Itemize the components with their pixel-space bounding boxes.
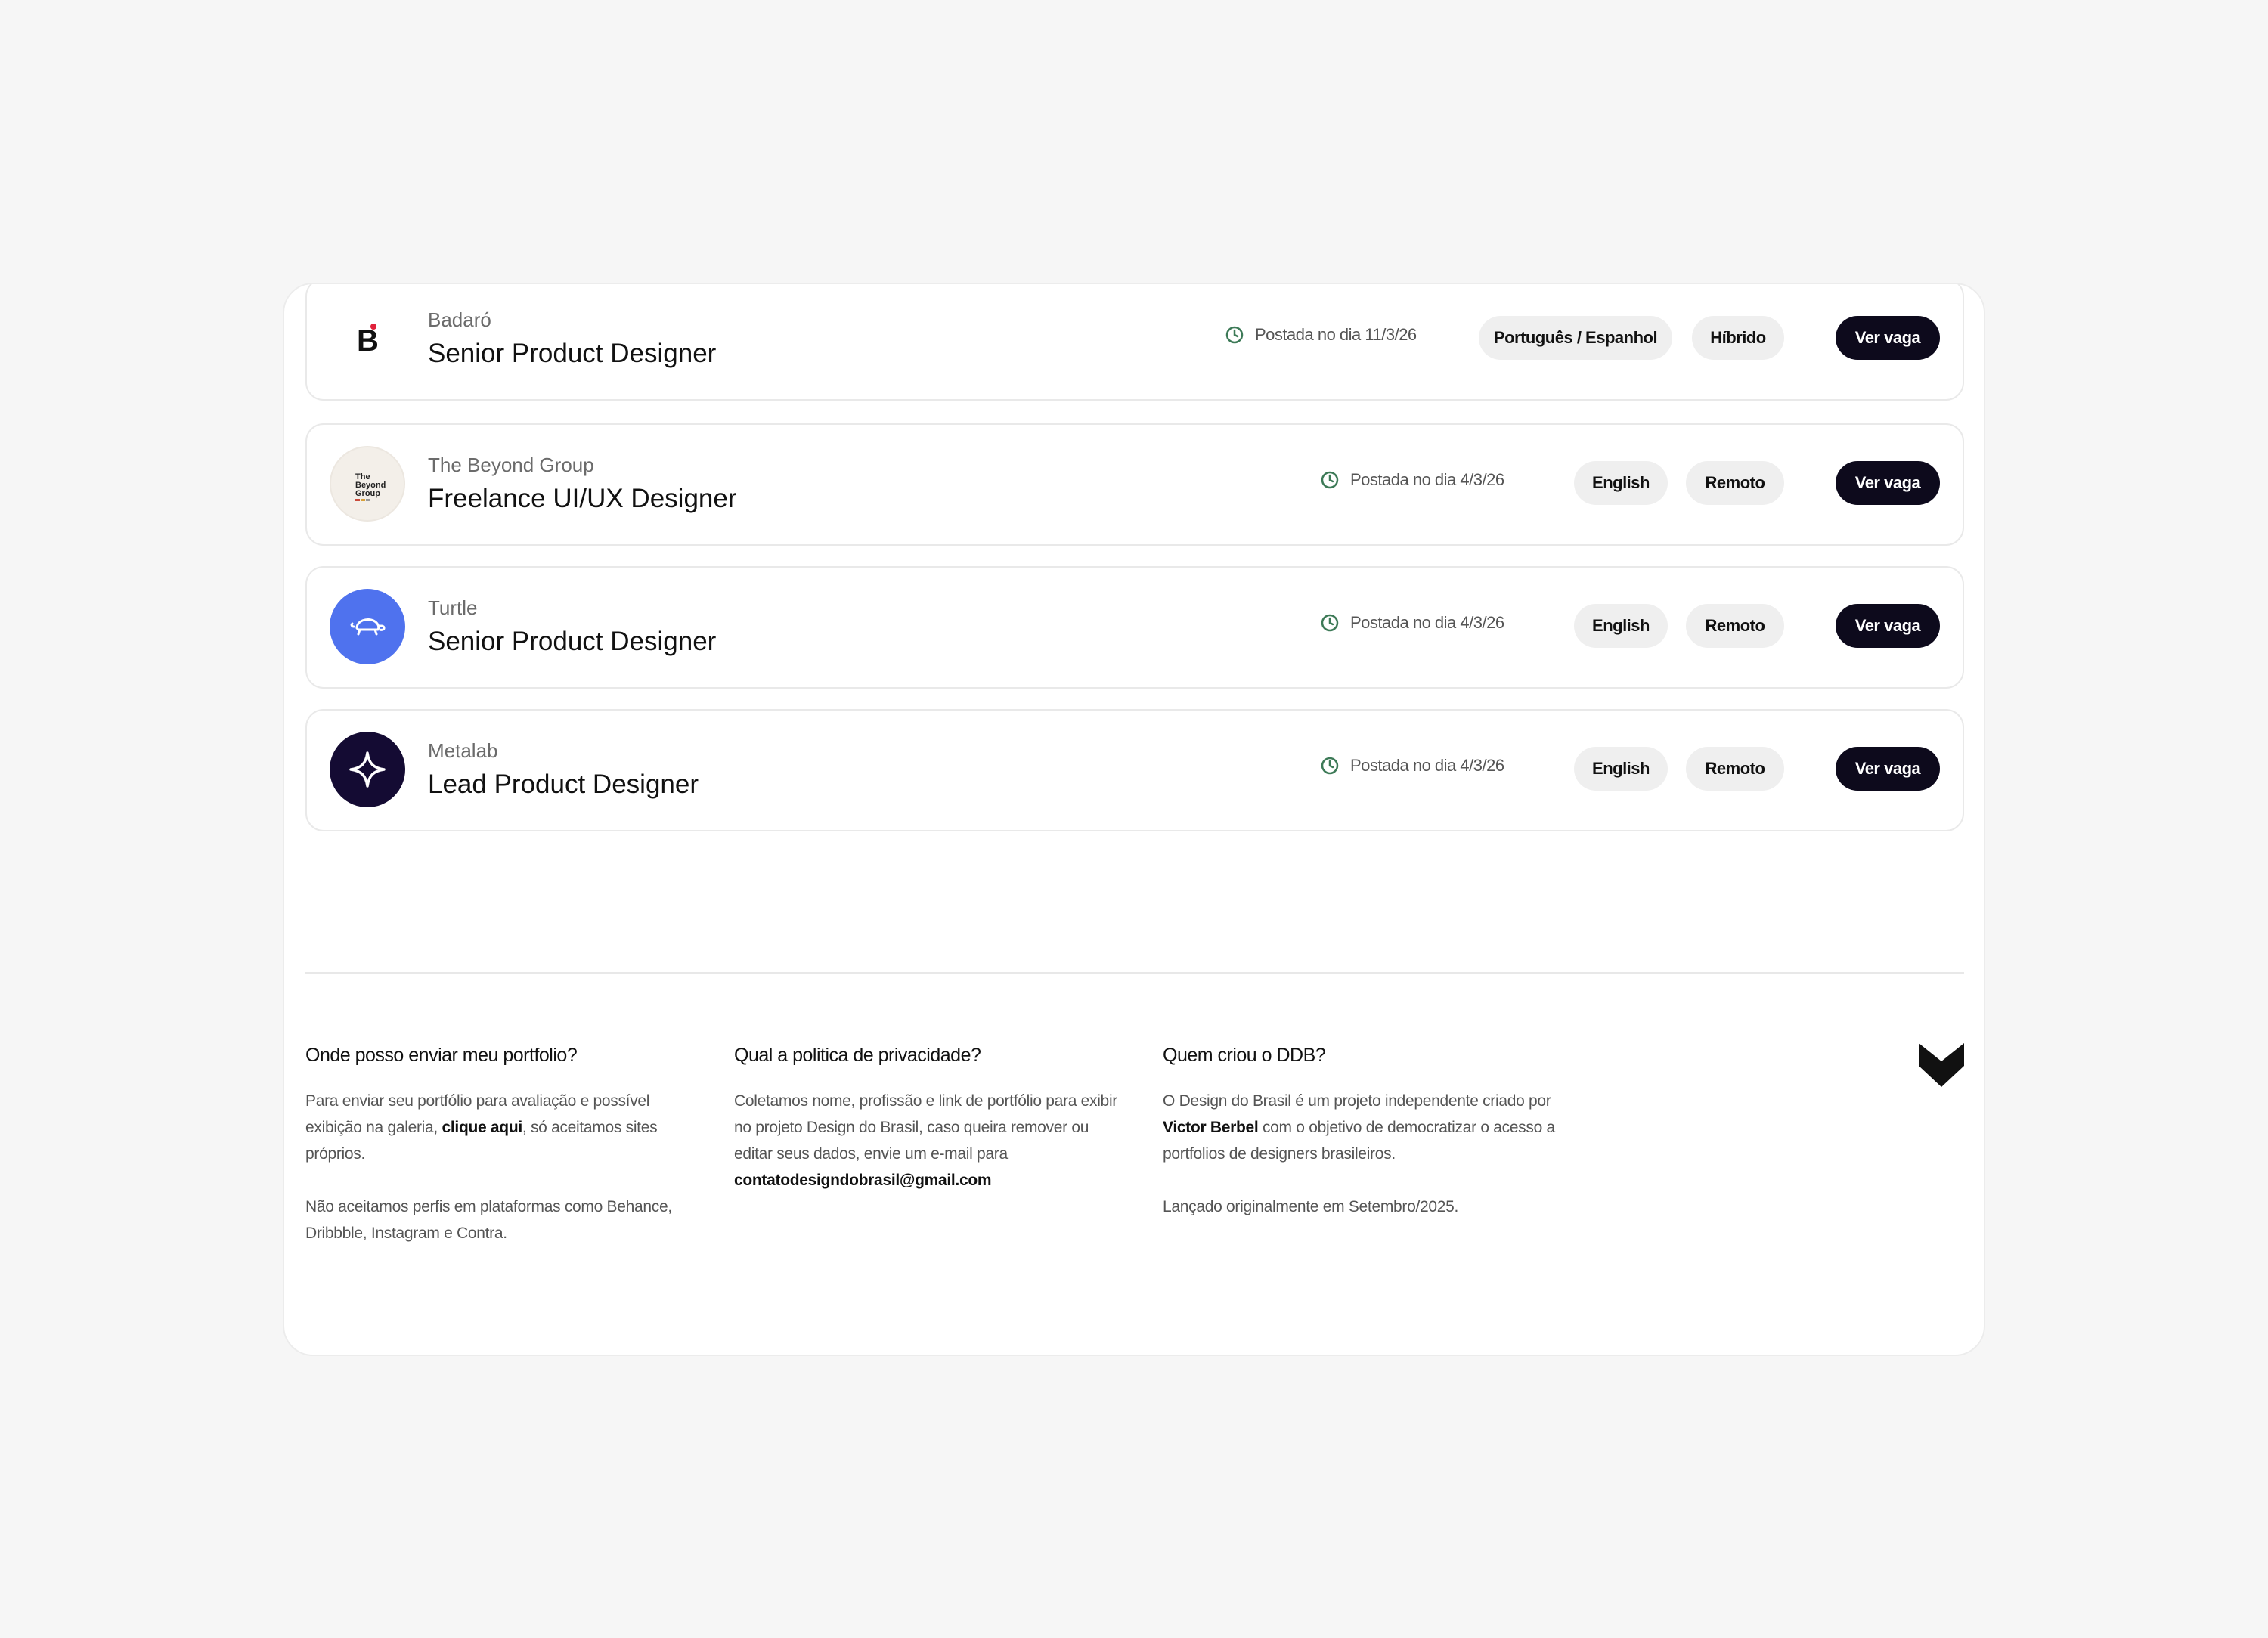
clock-icon [1321, 614, 1339, 632]
posted-date-text: Postada no dia 4/3/26 [1350, 470, 1504, 489]
svg-text:Group: Group [355, 489, 380, 498]
job-card[interactable]: Metalab Lead Product Designer Postada no… [305, 709, 1964, 831]
clock-icon [1321, 757, 1339, 775]
beyond-group-logo-icon: The Beyond Group [355, 472, 386, 501]
work-mode-tag: Híbrido [1692, 316, 1784, 360]
view-job-button[interactable]: Ver vaga [1836, 604, 1940, 648]
turtle-logo-icon [350, 618, 386, 636]
submit-portfolio-link[interactable]: clique aqui [442, 1119, 523, 1136]
company-logo [330, 589, 405, 664]
ddb-logo-icon[interactable] [1917, 1040, 1966, 1088]
main-card: B Badaró Senior Product Designer Postada… [283, 283, 1985, 1356]
faq-text: Coletamos nome, profissão e link de port… [734, 1092, 1117, 1189]
language-tag: English [1574, 461, 1668, 505]
faq-heading: Onde posso enviar meu portfolio? [305, 1045, 578, 1066]
faq-heading: Qual a politica de privacidade? [734, 1045, 981, 1066]
faq-privacy: Qual a politica de privacidade? Coletamo… [734, 1045, 1127, 1194]
author-link[interactable]: Victor Berbel [1163, 1119, 1259, 1136]
posted-date: Postada no dia 4/3/26 [1320, 756, 1504, 776]
metalab-sparkle-icon [349, 751, 386, 788]
posted-date: Postada no dia 11/3/26 [1225, 325, 1417, 345]
faq-text: Não aceitamos perfis em plataformas como… [305, 1198, 672, 1242]
svg-text:B: B [357, 324, 379, 358]
footer-divider [305, 972, 1964, 974]
faq-portfolio: Onde posso enviar meu portfolio? Para en… [305, 1045, 699, 1246]
badaro-logo-icon: B [357, 324, 379, 358]
posted-date: Postada no dia 4/3/26 [1320, 613, 1504, 633]
job-card[interactable]: Turtle Senior Product Designer Postada n… [305, 566, 1964, 689]
faq-heading: Quem criou o DDB? [1163, 1045, 1326, 1066]
language-tag: Português / Espanhol [1479, 316, 1672, 360]
job-title[interactable]: Freelance UI/UX Designer [428, 484, 737, 514]
posted-date-text: Postada no dia 11/3/26 [1255, 325, 1417, 344]
company-name: Metalab [428, 739, 498, 762]
contact-email-link[interactable]: contatodesigndobrasil@gmail.com [734, 1172, 992, 1189]
view-job-button[interactable]: Ver vaga [1836, 316, 1940, 360]
job-title[interactable]: Senior Product Designer [428, 627, 716, 657]
job-title[interactable]: Lead Product Designer [428, 769, 699, 800]
faq-text: O Design do Brasil é um projeto independ… [1163, 1092, 1555, 1163]
faq-text: Lançado originalmente em Setembro/2025. [1163, 1198, 1459, 1215]
company-logo: B [330, 301, 405, 376]
work-mode-tag: Remoto [1686, 461, 1784, 505]
job-card[interactable]: B Badaró Senior Product Designer Postada… [305, 284, 1964, 401]
work-mode-tag: Remoto [1686, 604, 1784, 648]
view-job-button[interactable]: Ver vaga [1836, 747, 1940, 791]
job-card[interactable]: The Beyond Group The Beyond Group Freela… [305, 423, 1964, 546]
work-mode-tag: Remoto [1686, 747, 1784, 791]
clock-icon [1225, 326, 1244, 344]
clock-icon [1321, 471, 1339, 489]
faq-creator: Quem criou o DDB? O Design do Brasil é u… [1163, 1045, 1556, 1220]
company-name: Badaró [428, 308, 491, 331]
posted-date-text: Postada no dia 4/3/26 [1350, 613, 1504, 632]
faq-text: Para enviar seu portfólio para avaliação… [305, 1092, 658, 1163]
posted-date-text: Postada no dia 4/3/26 [1350, 756, 1504, 775]
company-logo [330, 732, 405, 807]
view-job-button[interactable]: Ver vaga [1836, 461, 1940, 505]
posted-date: Postada no dia 4/3/26 [1320, 470, 1504, 490]
company-name: Turtle [428, 596, 478, 619]
job-title[interactable]: Senior Product Designer [428, 339, 716, 369]
company-logo: The Beyond Group [330, 446, 405, 522]
language-tag: English [1574, 604, 1668, 648]
company-name: The Beyond Group [428, 454, 594, 476]
language-tag: English [1574, 747, 1668, 791]
